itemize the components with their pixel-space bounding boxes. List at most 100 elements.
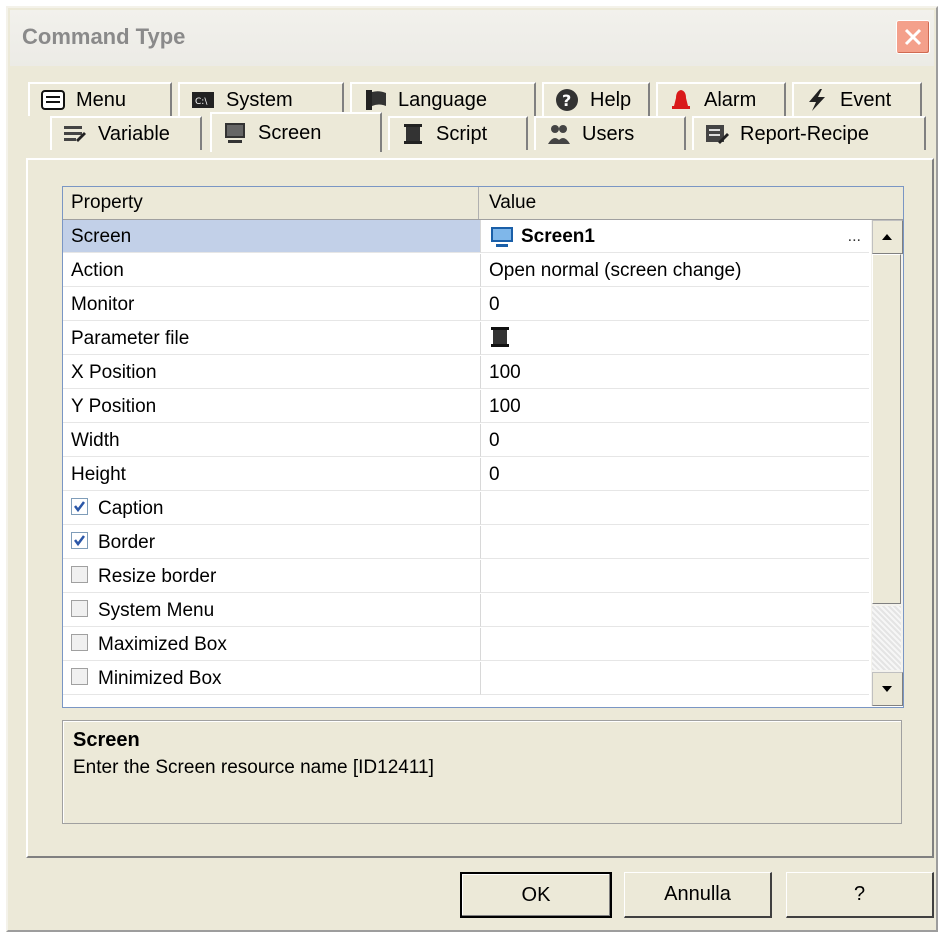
row-action[interactable]: Action Open normal (screen change) xyxy=(63,254,869,288)
property-value xyxy=(481,560,869,593)
tab-label: Screen xyxy=(258,121,322,144)
property-value[interactable]: 0 xyxy=(481,458,869,491)
checkmark-icon xyxy=(74,535,85,547)
property-value[interactable]: 100 xyxy=(481,356,869,389)
arrow-up-icon xyxy=(882,234,892,240)
caption-checkbox[interactable] xyxy=(71,498,88,516)
property-cell: System Menu xyxy=(63,594,481,627)
svg-text:C:\: C:\ xyxy=(195,97,208,107)
property-name: Minimized Box xyxy=(98,668,222,689)
variable-icon xyxy=(64,126,86,142)
property-grid: Property Value Screen Screen1 ... Action… xyxy=(62,186,904,708)
tab-event[interactable]: Event xyxy=(792,82,922,116)
ellipsis-button[interactable]: ... xyxy=(848,220,861,253)
property-cell: Maximized Box xyxy=(63,628,481,661)
system-menu-checkbox[interactable] xyxy=(71,600,88,618)
property-name: Width xyxy=(63,424,481,457)
border-checkbox[interactable] xyxy=(71,532,88,550)
row-system-menu[interactable]: System Menu xyxy=(63,594,869,628)
property-value[interactable]: 100 xyxy=(481,390,869,423)
header-property[interactable]: Property xyxy=(63,187,479,219)
screen-icon xyxy=(225,123,245,143)
tab-script[interactable]: Script xyxy=(388,116,528,150)
row-width[interactable]: Width 0 xyxy=(63,424,869,458)
tab-report-recipe[interactable]: Report-Recipe xyxy=(692,116,926,150)
row-screen[interactable]: Screen Screen1 ... xyxy=(63,220,869,254)
vertical-scrollbar[interactable] xyxy=(871,220,903,706)
checkmark-icon xyxy=(74,501,85,513)
cancel-button[interactable]: Annulla xyxy=(624,872,772,918)
property-name: System Menu xyxy=(98,600,215,621)
property-value[interactable]: Open normal (screen change) xyxy=(481,254,869,287)
property-value xyxy=(481,628,869,661)
scroll-track[interactable] xyxy=(872,606,901,670)
property-name: Resize border xyxy=(98,566,217,587)
property-name: Border xyxy=(98,532,156,553)
property-name: Action xyxy=(63,254,481,287)
tab-row-2: Variable Screen Script Users Report-Reci… xyxy=(26,112,926,152)
property-value[interactable]: Screen1 ... xyxy=(481,220,869,253)
ok-button[interactable]: OK xyxy=(460,872,612,918)
maximized-box-checkbox[interactable] xyxy=(71,634,88,652)
row-y-position[interactable]: Y Position 100 xyxy=(63,390,869,424)
scroll-thumb[interactable] xyxy=(872,254,901,604)
system-icon: C:\ xyxy=(192,92,214,108)
screen-tab-panel: Property Value Screen Screen1 ... Action… xyxy=(26,158,934,858)
users-icon xyxy=(548,125,570,144)
close-icon xyxy=(904,28,922,46)
close-button[interactable] xyxy=(896,20,930,54)
tab-label: Variable xyxy=(98,122,170,145)
property-name: Height xyxy=(63,458,481,491)
property-cell: Minimized Box xyxy=(63,662,481,695)
resize-border-checkbox[interactable] xyxy=(71,566,88,584)
property-value xyxy=(481,594,869,627)
row-border[interactable]: Border xyxy=(63,526,869,560)
property-cell: Border xyxy=(63,526,481,559)
property-value[interactable]: 0 xyxy=(481,288,869,321)
svg-text:?: ? xyxy=(562,91,571,110)
row-x-position[interactable]: X Position 100 xyxy=(63,356,869,390)
description-title: Screen xyxy=(73,729,140,751)
header-value[interactable]: Value xyxy=(481,187,536,219)
tab-users[interactable]: Users xyxy=(534,116,686,150)
property-value[interactable]: 0 xyxy=(481,424,869,457)
tab-strip: Menu C:\ System Language ? Help Alarm Ev… xyxy=(26,82,926,158)
alarm-icon xyxy=(672,90,690,109)
arrow-down-icon xyxy=(882,686,892,692)
tab-language[interactable]: Language xyxy=(350,82,536,116)
property-name: Maximized Box xyxy=(98,634,227,655)
report-recipe-icon xyxy=(706,125,729,144)
row-resize-border[interactable]: Resize border xyxy=(63,560,869,594)
tab-help[interactable]: ? Help xyxy=(542,82,650,116)
property-value[interactable] xyxy=(481,322,869,355)
language-icon xyxy=(366,90,386,110)
row-minimized-box[interactable]: Minimized Box xyxy=(63,662,869,696)
property-value xyxy=(481,492,869,525)
minimized-box-checkbox[interactable] xyxy=(71,668,88,686)
row-height[interactable]: Height 0 xyxy=(63,458,869,492)
script-icon xyxy=(491,326,509,347)
tab-screen[interactable]: Screen xyxy=(210,112,382,152)
property-name: X Position xyxy=(63,356,481,389)
property-name: Screen xyxy=(63,220,481,253)
scroll-down-button[interactable] xyxy=(872,672,903,706)
row-maximized-box[interactable]: Maximized Box xyxy=(63,628,869,662)
tab-menu[interactable]: Menu xyxy=(28,82,172,116)
row-parameter-file[interactable]: Parameter file xyxy=(63,322,869,356)
row-monitor[interactable]: Monitor 0 xyxy=(63,288,869,322)
menu-icon xyxy=(41,90,65,110)
help-button[interactable]: ? xyxy=(786,872,934,918)
title-bar[interactable]: Command Type xyxy=(10,10,934,66)
property-value xyxy=(481,662,869,695)
tab-variable[interactable]: Variable xyxy=(50,116,202,150)
tab-alarm[interactable]: Alarm xyxy=(656,82,786,116)
grid-header: Property Value xyxy=(63,187,903,220)
tab-system[interactable]: C:\ System xyxy=(178,82,344,116)
property-name: Caption xyxy=(98,498,164,519)
script-icon xyxy=(404,124,422,144)
tab-label: Alarm xyxy=(704,88,757,111)
tab-label: Help xyxy=(590,88,632,111)
scroll-up-button[interactable] xyxy=(872,220,903,254)
property-cell: Resize border xyxy=(63,560,481,593)
row-caption[interactable]: Caption xyxy=(63,492,869,526)
